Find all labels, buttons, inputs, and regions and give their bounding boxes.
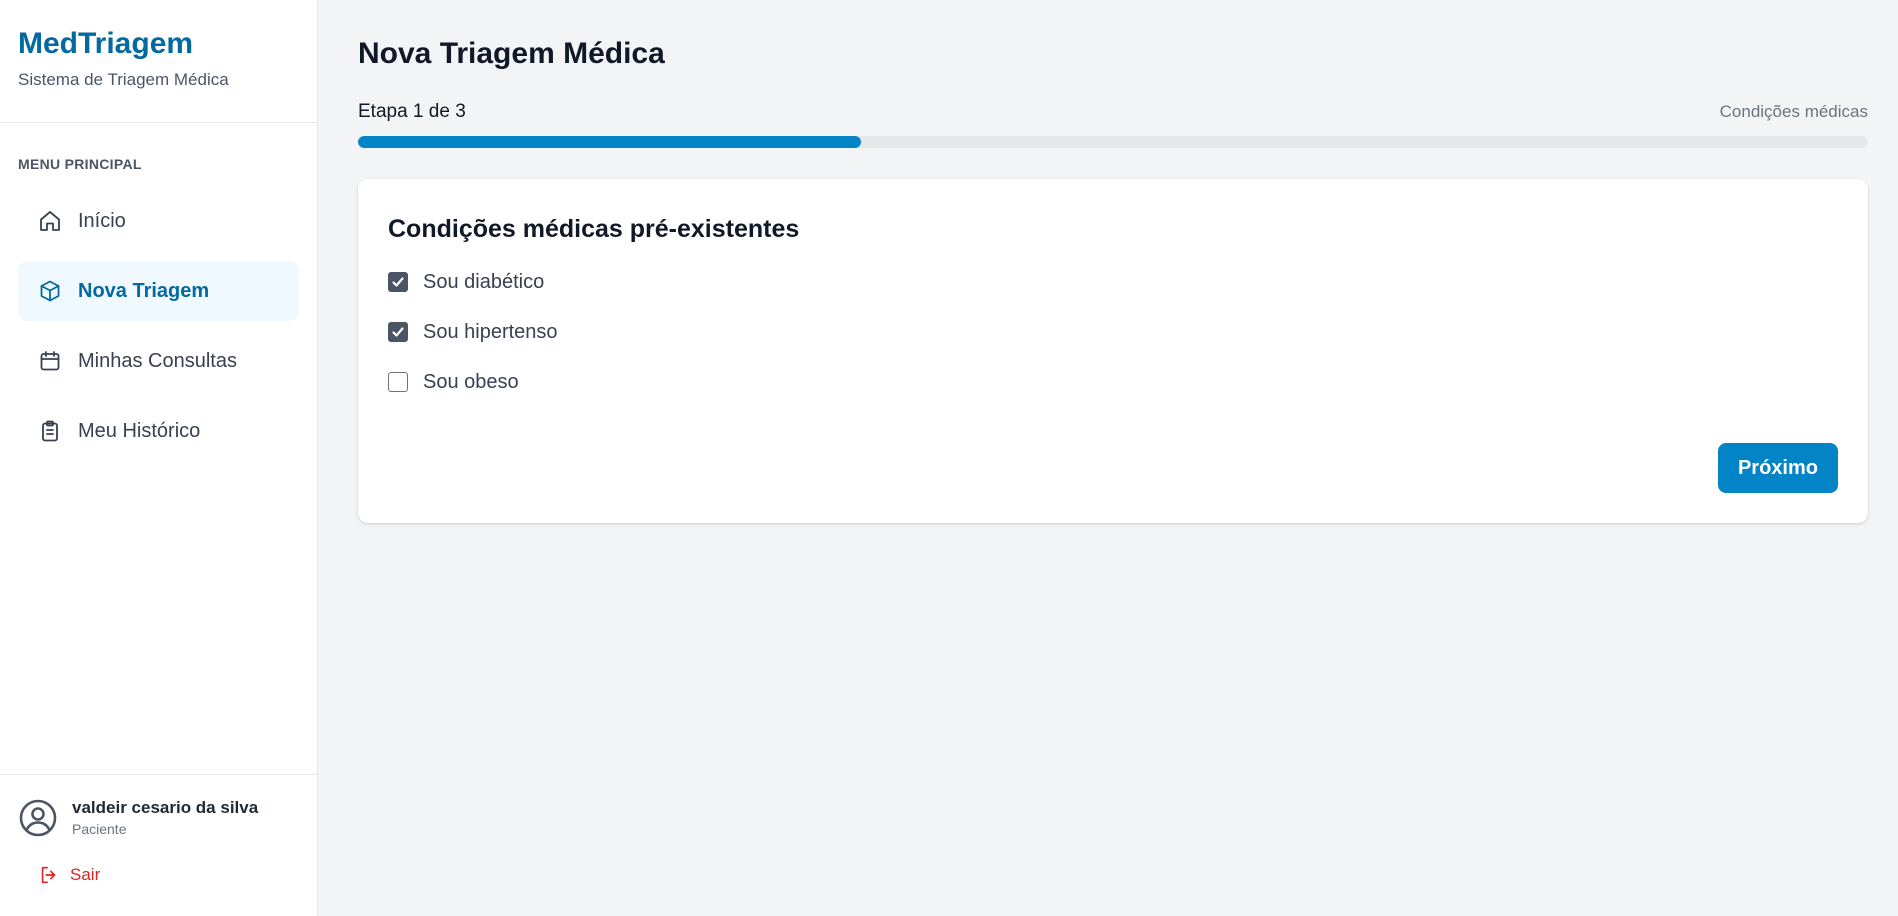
- checkbox-obeso[interactable]: Sou obeso: [388, 369, 1838, 395]
- checkbox-diabetico[interactable]: Sou diabético: [388, 269, 1838, 295]
- conditions-card: Condições médicas pré-existentes Sou dia…: [358, 179, 1868, 523]
- checkbox-input[interactable]: [388, 372, 408, 392]
- user-role: Paciente: [72, 821, 127, 837]
- logout-button[interactable]: Sair: [18, 864, 299, 886]
- checkbox-label: Sou diabético: [423, 270, 545, 293]
- menu-heading: MENU PRINCIPAL: [18, 156, 142, 172]
- home-icon: [38, 209, 62, 233]
- brand-subtitle: Sistema de Triagem Médica: [18, 70, 229, 89]
- brand-title[interactable]: MedTriagem: [18, 26, 299, 62]
- user-name: valdeir cesario da silva: [72, 798, 259, 817]
- app-root: MedTriagem Sistema de Triagem Médica MEN…: [0, 0, 1898, 916]
- sidebar-item-inicio[interactable]: Início: [18, 191, 299, 251]
- sidebar-item-meu-historico[interactable]: Meu Histórico: [18, 401, 299, 461]
- checkmark-icon: [392, 277, 404, 287]
- calendar-icon: [38, 349, 62, 373]
- checkmark-icon: [392, 327, 404, 337]
- sidebar-item-label: Início: [78, 209, 126, 232]
- next-button[interactable]: Próximo: [1717, 443, 1838, 493]
- progress-fill: [358, 136, 861, 148]
- cube-icon: [38, 279, 62, 303]
- sidebar-item-nova-triagem[interactable]: Nova Triagem: [18, 261, 299, 321]
- checkbox-label: Sou obeso: [423, 370, 519, 393]
- checkbox-input[interactable]: [388, 322, 408, 342]
- clipboard-icon: [38, 419, 62, 443]
- checkbox-input[interactable]: [388, 272, 408, 292]
- checkbox-label: Sou hipertenso: [423, 320, 558, 343]
- progress-header: Etapa 1 de 3 Condições médicas: [358, 100, 1868, 124]
- brand-header: MedTriagem Sistema de Triagem Médica: [0, 0, 317, 123]
- checkbox-hipertenso[interactable]: Sou hipertenso: [388, 319, 1838, 345]
- sidebar: MedTriagem Sistema de Triagem Médica MEN…: [0, 0, 318, 916]
- progress-bar: [358, 136, 1868, 148]
- sidebar-item-label: Meu Histórico: [78, 419, 201, 442]
- sidebar-item-minhas-consultas[interactable]: Minhas Consultas: [18, 331, 299, 391]
- step-name: Condições médicas: [1719, 102, 1868, 121]
- logout-icon: [38, 864, 60, 886]
- conditions-list: Sou diabético Sou hipertenso Sou obeso: [388, 269, 1838, 395]
- user-info: valdeir cesario da silva Paciente: [18, 797, 299, 839]
- user-panel: valdeir cesario da silva Paciente Sair: [0, 774, 317, 916]
- card-title: Condições médicas pré-existentes: [388, 215, 800, 243]
- sidebar-item-label: Minhas Consultas: [78, 349, 237, 372]
- logout-label: Sair: [70, 865, 101, 884]
- user-details: valdeir cesario da silva Paciente: [72, 797, 258, 839]
- sidebar-item-label: Nova Triagem: [78, 279, 210, 302]
- sidebar-nav: Início Nova Triagem Minhas Consultas Meu…: [0, 191, 317, 471]
- main-content: Nova Triagem Médica Etapa 1 de 3 Condiçõ…: [318, 0, 1898, 916]
- step-label: Etapa 1 de 3: [358, 101, 466, 122]
- user-circle-icon: [18, 798, 58, 838]
- page-title: Nova Triagem Médica: [358, 37, 665, 70]
